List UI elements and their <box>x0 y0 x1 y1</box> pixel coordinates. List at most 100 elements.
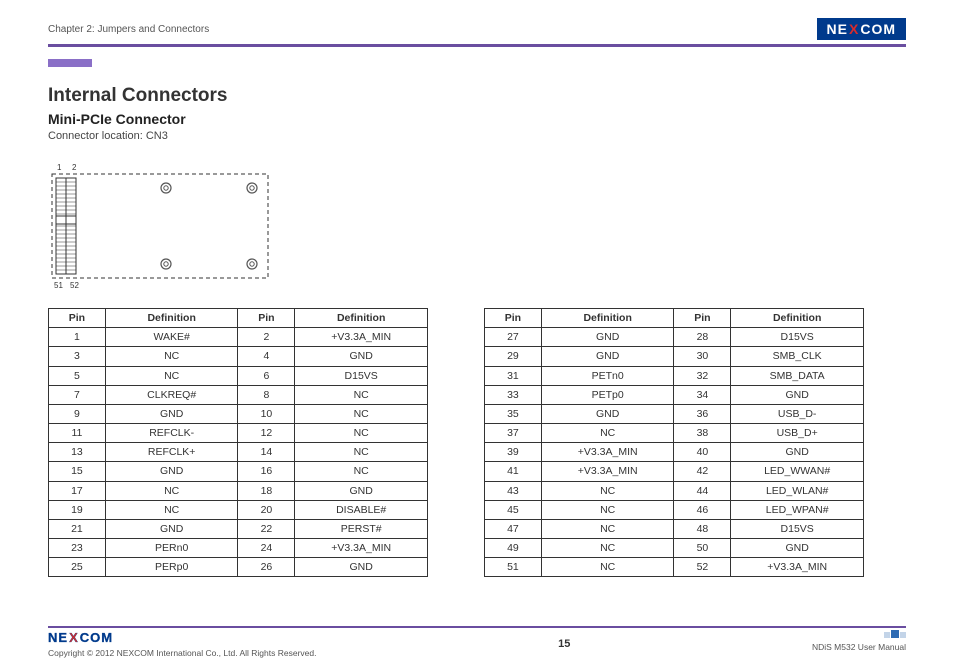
def-cell: +V3.3A_MIN <box>731 558 864 577</box>
pin-cell: 3 <box>49 347 106 366</box>
pin-cell: 6 <box>238 366 295 385</box>
def-cell: CLKREQ# <box>105 385 238 404</box>
table-row: 21GND22PERST# <box>49 519 428 538</box>
pin-cell: 33 <box>485 385 542 404</box>
pin-cell: 30 <box>674 347 731 366</box>
def-cell: REFCLK+ <box>105 443 238 462</box>
pin-cell: 8 <box>238 385 295 404</box>
table-row: 3NC4GND <box>49 347 428 366</box>
def-cell: +V3.3A_MIN <box>541 462 674 481</box>
pin-cell: 24 <box>238 539 295 558</box>
def-cell: GND <box>295 347 428 366</box>
pin-cell: 39 <box>485 443 542 462</box>
table-row: 41+V3.3A_MIN42LED_WWAN# <box>485 462 864 481</box>
table-row: 39+V3.3A_MIN40GND <box>485 443 864 462</box>
def-cell: USB_D- <box>731 404 864 423</box>
def-cell: LED_WPAN# <box>731 500 864 519</box>
table-row: 11REFCLK-12NC <box>49 424 428 443</box>
col-def: Definition <box>541 309 674 328</box>
pin-cell: 34 <box>674 385 731 404</box>
pin-cell: 49 <box>485 539 542 558</box>
table-row: 33PETp034GND <box>485 385 864 404</box>
pin-cell: 17 <box>49 481 106 500</box>
pin-cell: 12 <box>238 424 295 443</box>
table-row: 43NC44LED_WLAN# <box>485 481 864 500</box>
pin-cell: 2 <box>238 328 295 347</box>
def-cell: +V3.3A_MIN <box>541 443 674 462</box>
copyright-text: Copyright © 2012 NEXCOM International Co… <box>48 648 316 658</box>
def-cell: GND <box>105 404 238 423</box>
pin-cell: 40 <box>674 443 731 462</box>
def-cell: +V3.3A_MIN <box>295 539 428 558</box>
def-cell: GND <box>541 328 674 347</box>
pin-cell: 37 <box>485 424 542 443</box>
pin-cell: 16 <box>238 462 295 481</box>
def-cell: PERn0 <box>105 539 238 558</box>
def-cell: GND <box>295 481 428 500</box>
pin-cell: 32 <box>674 366 731 385</box>
pin-cell: 18 <box>238 481 295 500</box>
def-cell: PETn0 <box>541 366 674 385</box>
def-cell: NC <box>105 347 238 366</box>
def-cell: PETp0 <box>541 385 674 404</box>
pin-cell: 46 <box>674 500 731 519</box>
pin-cell: 28 <box>674 328 731 347</box>
table-row: 13REFCLK+14NC <box>49 443 428 462</box>
pin-cell: 4 <box>238 347 295 366</box>
pinout-table-right: Pin Definition Pin Definition 27GND28D15… <box>484 308 864 577</box>
def-cell: GND <box>105 519 238 538</box>
pin-cell: 29 <box>485 347 542 366</box>
pin-cell: 23 <box>49 539 106 558</box>
page-header: Chapter 2: Jumpers and Connectors NEXCOM <box>48 18 906 47</box>
pin-cell: 42 <box>674 462 731 481</box>
def-cell: LED_WWAN# <box>731 462 864 481</box>
pin-cell: 43 <box>485 481 542 500</box>
table-row: 9GND10NC <box>49 404 428 423</box>
def-cell: NC <box>295 385 428 404</box>
pin-label-2: 2 <box>72 163 77 172</box>
pin-cell: 31 <box>485 366 542 385</box>
pinout-table-left: Pin Definition Pin Definition 1WAKE#2+V3… <box>48 308 428 577</box>
pinout-tables: Pin Definition Pin Definition 1WAKE#2+V3… <box>48 308 906 577</box>
connector-diagram: 1 2 51 52 <box>48 160 278 290</box>
def-cell: NC <box>541 500 674 519</box>
pin-label-1: 1 <box>57 163 62 172</box>
chapter-label: Chapter 2: Jumpers and Connectors <box>48 24 209 35</box>
pin-cell: 35 <box>485 404 542 423</box>
pin-cell: 47 <box>485 519 542 538</box>
def-cell: NC <box>541 481 674 500</box>
def-cell: DISABLE# <box>295 500 428 519</box>
table-row: 51NC52+V3.3A_MIN <box>485 558 864 577</box>
col-pin: Pin <box>485 309 542 328</box>
pin-cell: 13 <box>49 443 106 462</box>
pin-cell: 5 <box>49 366 106 385</box>
pin-cell: 25 <box>49 558 106 577</box>
def-cell: D15VS <box>295 366 428 385</box>
table-row: 27GND28D15VS <box>485 328 864 347</box>
pin-cell: 38 <box>674 424 731 443</box>
pin-cell: 45 <box>485 500 542 519</box>
def-cell: NC <box>105 500 238 519</box>
logo-text-left: NE <box>827 21 848 37</box>
def-cell: D15VS <box>731 328 864 347</box>
pin-cell: 41 <box>485 462 542 481</box>
page-footer: NEXCOM Copyright © 2012 NEXCOM Internati… <box>48 626 906 658</box>
pin-cell: 26 <box>238 558 295 577</box>
def-cell: LED_WLAN# <box>731 481 864 500</box>
page-title: Internal Connectors <box>48 85 906 107</box>
pin-cell: 21 <box>49 519 106 538</box>
col-pin: Pin <box>674 309 731 328</box>
col-def: Definition <box>731 309 864 328</box>
table-row: 35GND36USB_D- <box>485 404 864 423</box>
def-cell: NC <box>295 462 428 481</box>
table-row: 31PETn032SMB_DATA <box>485 366 864 385</box>
pin-cell: 22 <box>238 519 295 538</box>
def-cell: SMB_CLK <box>731 347 864 366</box>
table-row: 47NC48D15VS <box>485 519 864 538</box>
def-cell: REFCLK- <box>105 424 238 443</box>
def-cell: NC <box>105 481 238 500</box>
pin-cell: 19 <box>49 500 106 519</box>
def-cell: +V3.3A_MIN <box>295 328 428 347</box>
table-row: 23PERn024+V3.3A_MIN <box>49 539 428 558</box>
def-cell: GND <box>731 443 864 462</box>
